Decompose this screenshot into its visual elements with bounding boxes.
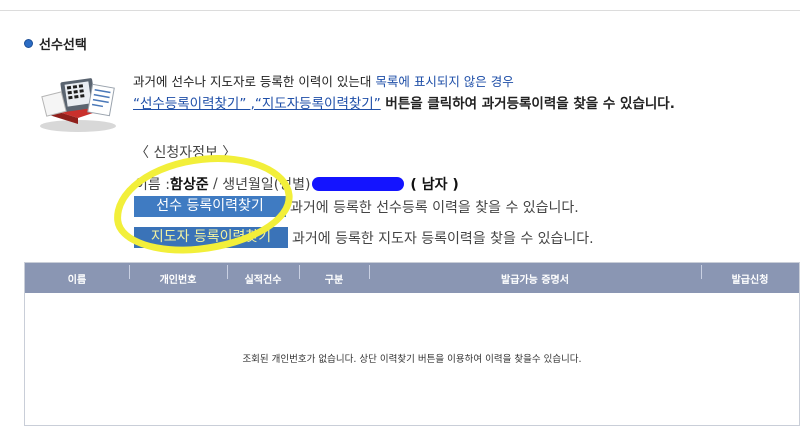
intro-line-1: 과거에 선수나 지도자로 등록한 이력이 있는대 목록에 표시되지 않은 경우 xyxy=(133,73,793,91)
player-history-row: 선수 등록이력찾기 과거에 등록한 선수등록 이력을 찾을 수 있습니다. xyxy=(134,196,579,217)
coach-history-button[interactable]: 지도자 등록이력찾기 xyxy=(134,227,288,248)
bullet-icon xyxy=(24,39,33,48)
applicant-info-line: 이름 : 함상준 / 생년월일(성별) ( 남자 ) xyxy=(135,174,459,194)
intro-text: 과거에 선수나 지도자로 등록한 이력이 있는대 목록에 표시되지 않은 경우 … xyxy=(133,73,793,113)
intro-line-2: “선수등록이력찾기” ,“지도자등록이력찾기” 버튼을 클릭하여 과거등록이력을… xyxy=(133,95,793,113)
history-table: 이름 개인번호 실적건수 구분 발급가능 증명서 발급신청 조회된 개인번호가 … xyxy=(24,262,800,426)
table-empty-message: 조회된 개인번호가 없습니다. 상단 이력찾기 버튼을 이용하여 이력을 찾을수… xyxy=(242,354,582,365)
coach-history-row: 지도자 등록이력찾기 과거에 등록한 지도자 등록이력을 찾을 수 있습니다. xyxy=(134,227,594,248)
column-header-apply: 발급신청 xyxy=(701,264,799,286)
name-value: 함상준 xyxy=(169,177,209,193)
gender-value: ( 남자 ) xyxy=(410,177,459,193)
column-header-certificates: 발급가능 증명서 xyxy=(369,264,701,286)
section-title: 선수선택 xyxy=(39,38,87,53)
name-separator: / xyxy=(208,176,223,192)
applicant-info-heading: 〈 신청자정보 〉 xyxy=(135,145,237,161)
documents-illustration-icon xyxy=(40,78,116,132)
intro-line-2-text: 버튼을 클릭하여 과거등록이력을 찾을 수 있습니다. xyxy=(380,96,675,112)
column-header-type: 구분 xyxy=(299,264,369,286)
column-header-count: 실적건수 xyxy=(227,264,299,286)
column-header-id: 개인번호 xyxy=(129,264,227,286)
redaction-mark xyxy=(312,177,405,191)
section-header: 선수선택 xyxy=(24,34,87,53)
history-buttons-link[interactable]: “선수등록이력찾기” ,“지도자등록이력찾기” xyxy=(133,96,381,112)
intro-line-1-highlight: 목록에 표시되지 않은 경우 xyxy=(375,74,514,89)
player-history-desc: 과거에 등록한 선수등록 이력을 찾을 수 있습니다. xyxy=(290,199,579,216)
intro-line-1-text: 과거에 선수나 지도자로 등록한 이력이 있는대 xyxy=(133,74,376,89)
coach-history-desc: 과거에 등록한 지도자 등록이력을 찾을 수 있습니다. xyxy=(292,230,594,247)
top-divider xyxy=(0,10,800,11)
player-history-button[interactable]: 선수 등록이력찾기 xyxy=(134,196,286,217)
column-header-name: 이름 xyxy=(67,274,87,286)
name-label: 이름 : xyxy=(135,177,170,193)
birth-label: 생년월일(성별) xyxy=(222,177,311,193)
table-header: 이름 개인번호 실적건수 구분 발급가능 증명서 발급신청 xyxy=(25,263,799,293)
